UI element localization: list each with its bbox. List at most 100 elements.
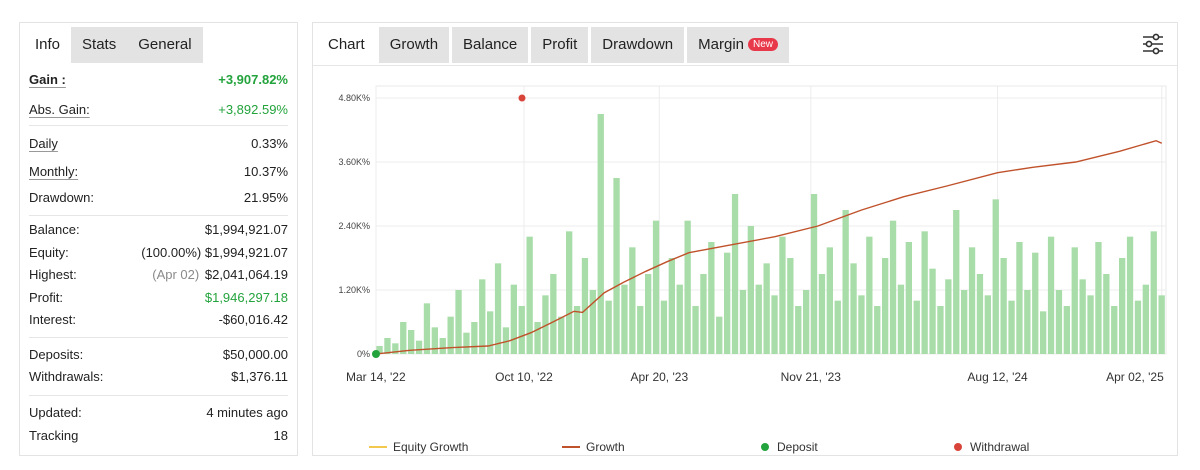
equity-bar: [1063, 306, 1070, 354]
y-tick-label: 2.40K%: [338, 221, 370, 231]
tab-growth[interactable]: Growth: [378, 27, 450, 63]
equity-bar: [1055, 290, 1063, 354]
legend-label: Growth: [586, 440, 625, 454]
x-tick-label: Apr 02, '25: [1106, 370, 1164, 384]
equity-bar: [897, 284, 905, 354]
equity-bar: [1134, 300, 1142, 354]
equity-bar: [550, 274, 557, 354]
divider: [29, 395, 288, 396]
equity-bar: [921, 231, 928, 354]
equity-bar: [1024, 290, 1031, 354]
daily-value: 0.33%: [251, 136, 288, 151]
interest-label: Interest:: [29, 312, 76, 327]
stat-highest: Highest: (Apr 02) $2,041,064.19: [29, 263, 288, 286]
equity-bar: [1111, 306, 1118, 354]
stat-withdrawals: Withdrawals: $1,376.11: [29, 366, 288, 387]
grid: [375, 85, 1167, 355]
equity-bar: [518, 306, 525, 354]
equity-label: Equity:: [29, 244, 69, 260]
equity-bar: [747, 226, 754, 354]
x-axis: Mar 14, '22 Oct 10, '22 Apr 20, '23 Nov 21,…: [346, 370, 1164, 384]
drawdown-label: Drawdown:: [29, 190, 95, 205]
highest-date: (Apr 02): [152, 267, 200, 282]
equity-bar: [471, 322, 478, 354]
y-tick-label: 4.80K%: [338, 93, 370, 103]
profit-label: Profit:: [29, 289, 63, 305]
tab-margin[interactable]: Margin New: [687, 27, 790, 63]
legend-line-swatch: [369, 446, 387, 448]
gain-label[interactable]: Gain :: [29, 72, 66, 87]
equity-bar: [700, 274, 707, 354]
stat-monthly: Monthly: 10.37%: [29, 158, 288, 185]
equity-bar: [558, 316, 565, 354]
equity-bar: [905, 242, 912, 354]
equity-bar: [1119, 258, 1126, 354]
tracking-value: 18: [273, 427, 288, 443]
legend-line-swatch: [562, 446, 580, 448]
margin-label: Margin: [698, 36, 745, 53]
withdrawal-point[interactable]: [518, 94, 526, 102]
drawdown-value: 21.95%: [243, 190, 288, 205]
tab-chart[interactable]: Chart: [317, 27, 376, 63]
equity-bar: [581, 258, 589, 354]
highest-value-group: (Apr 02) $2,041,064.19: [152, 267, 288, 282]
equity-bar: [494, 263, 502, 354]
y-tick-label: 0%: [357, 349, 370, 359]
equity-bar: [684, 220, 691, 354]
equity-bar: [621, 284, 628, 354]
equity-bar: [1103, 274, 1110, 354]
equity-bar: [1158, 295, 1165, 354]
equity-bar: [984, 295, 991, 354]
new-badge: New: [748, 38, 779, 51]
withdrawals-label: Withdrawals:: [29, 369, 104, 384]
equity-bar: [755, 284, 762, 354]
equity-bar: [803, 290, 810, 354]
tab-general[interactable]: General: [127, 27, 203, 63]
equity-bar: [510, 284, 517, 354]
chart-tabs: Chart Growth Balance Profit Drawdown Mar…: [313, 23, 1177, 65]
equity-bar: [818, 274, 826, 354]
y-axis: 0% 1.20K% 2.40K% 3.60K% 4.80K%: [338, 93, 370, 359]
equity-bar: [968, 247, 976, 354]
balance-value: $1,994,921.07: [204, 222, 288, 237]
equity-bar: [779, 236, 786, 354]
sliders-icon-graphic: [1143, 33, 1163, 55]
equity-bar: [858, 295, 865, 354]
legend-growth[interactable]: Growth: [562, 440, 625, 454]
legend-deposit[interactable]: Deposit: [761, 440, 818, 454]
tab-info[interactable]: Info: [24, 27, 72, 63]
gain-value: +3,907.82%: [218, 71, 288, 87]
stat-drawdown: Drawdown: 21.95%: [29, 185, 288, 210]
sliders-icon[interactable]: [1141, 32, 1165, 56]
equity-bar: [1008, 300, 1015, 354]
profit-value: $1,946,297.18: [204, 289, 288, 305]
abs-gain-label[interactable]: Abs. Gain:: [29, 102, 90, 117]
stat-gain: Gain : +3,907.82%: [29, 65, 288, 93]
equity-value-group: (100.00%) $1,994,921.07: [141, 245, 288, 260]
interest-value: -$60,016.42: [218, 312, 288, 327]
tab-stats[interactable]: Stats: [71, 27, 128, 63]
tab-drawdown[interactable]: Drawdown: [591, 27, 685, 63]
divider: [29, 125, 288, 126]
balance-label: Balance:: [29, 222, 80, 237]
deposit-point[interactable]: [372, 350, 380, 358]
growth-chart: 0% 1.20K% 2.40K% 3.60K% 4.80K% Mar 14, '22 Oc…: [313, 65, 1177, 455]
equity-value: $1,994,921.07: [204, 244, 288, 260]
equity-bar: [1016, 242, 1023, 354]
equity-bar: [1079, 279, 1086, 354]
daily-label[interactable]: Daily: [29, 136, 58, 151]
x-tick-label: Nov 21, '23: [781, 370, 842, 384]
tab-balance[interactable]: Balance: [452, 27, 529, 63]
tab-profit[interactable]: Profit: [531, 27, 589, 63]
equity-bar: [771, 295, 778, 354]
monthly-label[interactable]: Monthly:: [29, 164, 78, 179]
equity-bar: [431, 327, 438, 354]
legend-withdrawal[interactable]: Withdrawal: [954, 440, 1029, 454]
equity-bar: [929, 268, 936, 354]
x-tick-label: Apr 20, '23: [630, 370, 688, 384]
x-tick-label: Mar 14, '22: [346, 370, 406, 384]
legend-equity-growth[interactable]: Equity Growth: [369, 440, 468, 454]
equity-bar: [573, 306, 581, 354]
equity-bar: [850, 263, 857, 354]
equity-bar: [731, 194, 739, 354]
